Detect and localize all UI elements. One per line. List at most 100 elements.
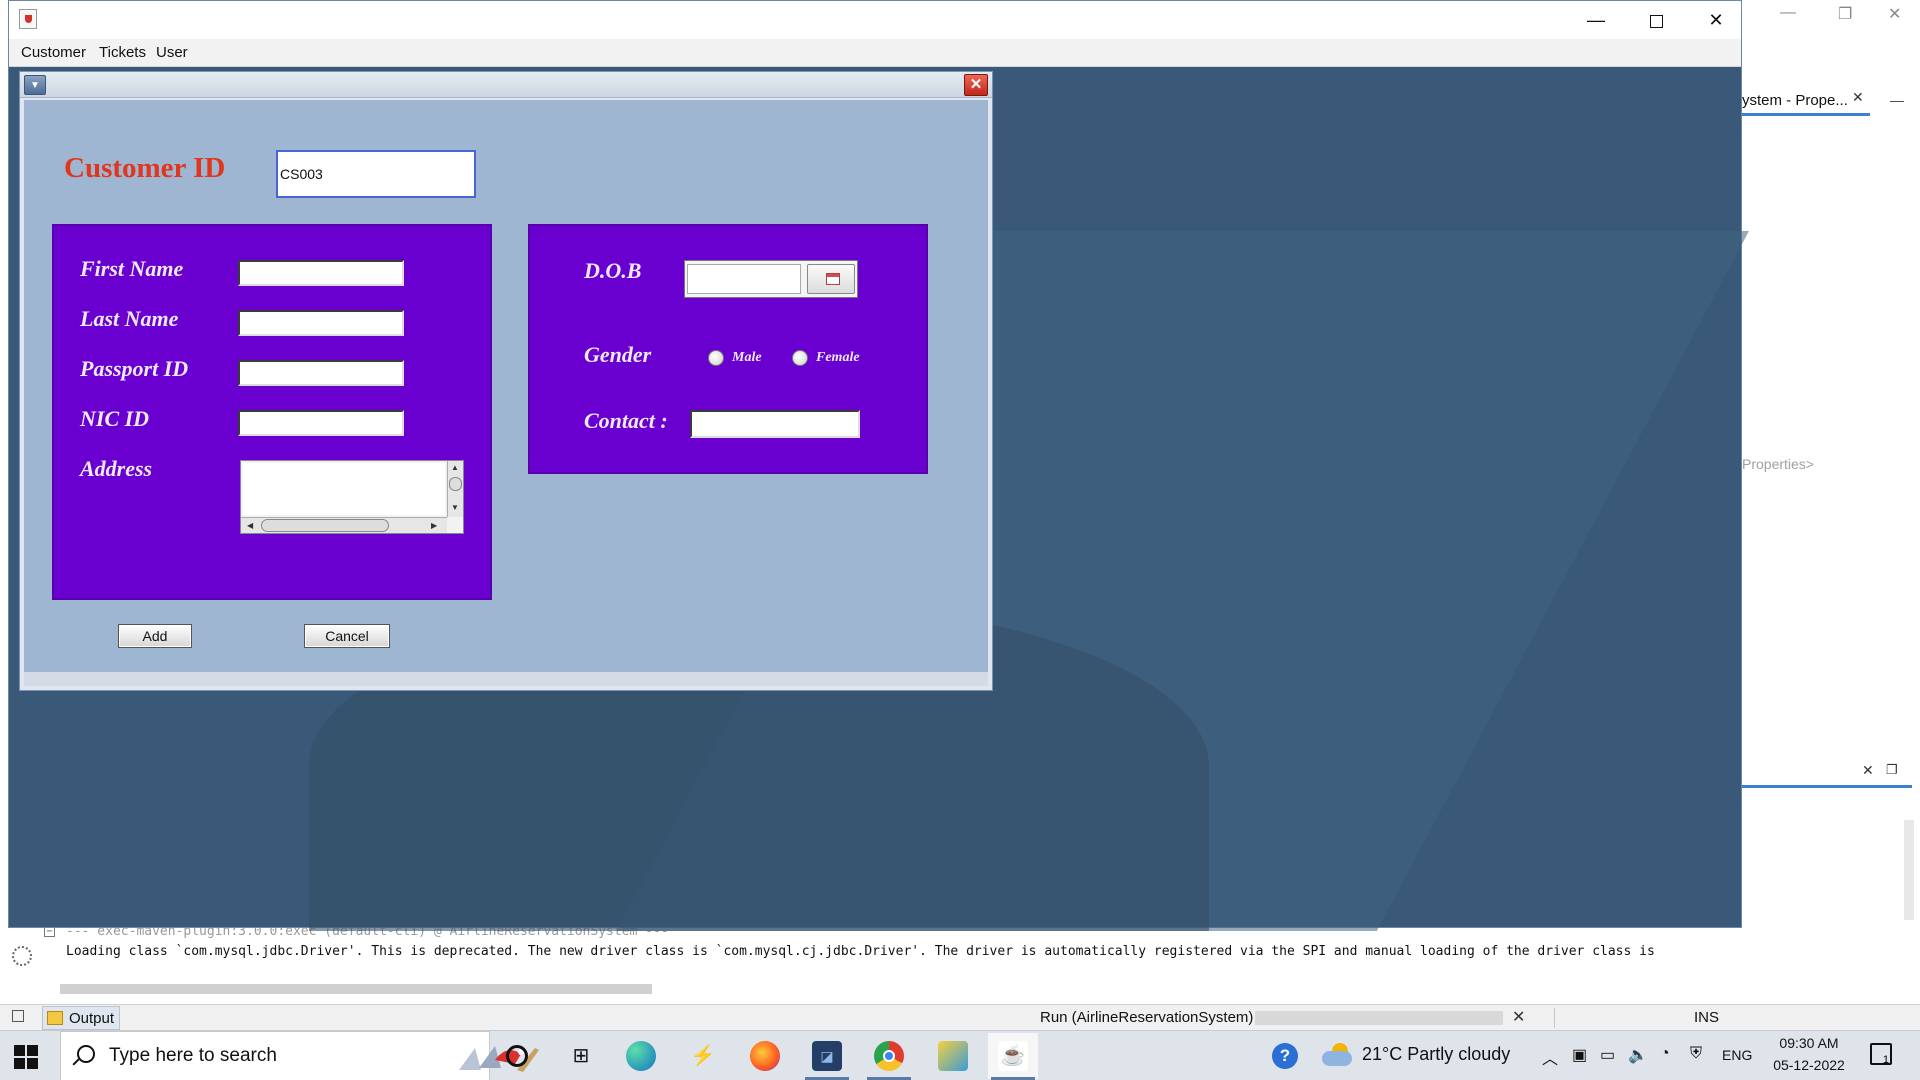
- scroll-left-icon[interactable]: ◀: [247, 521, 253, 530]
- clock-date[interactable]: 05-12-2022: [1768, 1057, 1850, 1073]
- output-gutter-icons: [10, 920, 40, 1010]
- dob-field[interactable]: [687, 264, 801, 294]
- ide-lower-restore-icon[interactable]: ❐: [1886, 762, 1898, 778]
- battery-icon[interactable]: ▭: [1600, 1045, 1615, 1065]
- last-name-field[interactable]: [238, 310, 404, 336]
- address-text-area[interactable]: [243, 463, 445, 515]
- nic-id-field[interactable]: [238, 410, 404, 436]
- menu-user[interactable]: User: [156, 44, 188, 61]
- extra-info-panel: D.O.B Gender Male Female Contact :: [528, 224, 928, 474]
- help-icon[interactable]: ?: [1272, 1043, 1298, 1069]
- menu-tickets[interactable]: Tickets: [99, 44, 146, 61]
- maximize-button[interactable]: [1629, 5, 1683, 35]
- scroll-down-icon[interactable]: ▼: [451, 503, 459, 512]
- nic-id-label: NIC ID: [80, 406, 150, 431]
- internal-frame-bottom: [24, 672, 988, 686]
- clock-time[interactable]: 09:30 AM: [1768, 1035, 1850, 1051]
- notification-icon[interactable]: 1: [1870, 1043, 1892, 1066]
- settings-icon[interactable]: [12, 946, 32, 966]
- netbeans-icon[interactable]: ◪: [812, 1041, 842, 1071]
- customer-internal-frame: ▼ ✕ Customer ID CS003 First Name Last Na…: [19, 71, 993, 691]
- wifi-icon[interactable]: ◔: [1660, 1045, 1670, 1063]
- search-icon: [77, 1045, 95, 1063]
- partly-cloudy-icon[interactable]: [1322, 1041, 1354, 1069]
- frame-menu-icon[interactable]: ▼: [24, 75, 46, 95]
- cortana-icon[interactable]: [506, 1045, 528, 1067]
- firefox-icon[interactable]: [750, 1041, 780, 1071]
- ide-properties-tab[interactable]: ystem - Prope...: [1738, 88, 1870, 116]
- ide-status-bar: Output Run (AirlineReservationSystem) ✕ …: [0, 1004, 1920, 1030]
- visual-studio-icon[interactable]: ⚡: [688, 1041, 718, 1071]
- gender-male-label: Male: [732, 350, 762, 365]
- search-placeholder: Type here to search: [109, 1045, 277, 1066]
- output-tab[interactable]: Output: [42, 1006, 120, 1030]
- first-name-label: First Name: [80, 256, 184, 281]
- scroll-right-icon[interactable]: ▶: [431, 521, 437, 530]
- ide-properties-close-icon[interactable]: ✕: [1852, 89, 1864, 106]
- insert-mode-indicator: INS: [1694, 1009, 1720, 1026]
- gender-label: Gender: [584, 342, 652, 367]
- personal-info-panel: First Name Last Name Passport ID NIC ID …: [52, 224, 492, 600]
- taskbar-search-box[interactable]: Type here to search: [60, 1031, 539, 1080]
- show-hidden-icons-icon[interactable]: ︿: [1542, 1045, 1558, 1069]
- add-button[interactable]: Add: [118, 624, 192, 648]
- contact-label: Contact :: [584, 408, 668, 433]
- output-tab-label: Output: [69, 1010, 115, 1027]
- calendar-button[interactable]: [807, 264, 855, 294]
- volume-icon[interactable]: 🔈: [1628, 1045, 1648, 1065]
- menu-customer[interactable]: Customer: [21, 44, 86, 61]
- gender-female-label: Female: [816, 350, 860, 365]
- chrome-icon[interactable]: [874, 1041, 904, 1071]
- first-name-field[interactable]: [238, 260, 404, 286]
- ide-properties-placeholder: Properties>: [1742, 456, 1814, 472]
- output-horizontal-scrollbar[interactable]: [60, 984, 652, 994]
- scroll-up-icon[interactable]: ▲: [451, 463, 459, 472]
- frame-close-icon[interactable]: ✕: [964, 74, 988, 96]
- cancel-run-icon[interactable]: ✕: [1512, 1007, 1525, 1027]
- gender-male-radio[interactable]: [708, 350, 724, 366]
- run-progress-bar: [1255, 1011, 1503, 1025]
- address-textarea[interactable]: ▲ ▼ ◀ ▶: [240, 460, 464, 534]
- address-horizontal-scrollbar[interactable]: ◀ ▶: [241, 517, 447, 533]
- passport-id-field[interactable]: [238, 360, 404, 386]
- security-icon[interactable]: ⛨: [1690, 1045, 1702, 1063]
- weather-text[interactable]: 21°C Partly cloudy: [1362, 1044, 1510, 1065]
- task-view-icon[interactable]: ⊞: [566, 1041, 596, 1071]
- customer-id-field[interactable]: CS003: [276, 150, 476, 198]
- output-line: Loading class `com.mysql.jdbc.Driver'. T…: [66, 944, 1655, 959]
- contact-field[interactable]: [690, 410, 860, 438]
- customer-form: Customer ID CS003 First Name Last Name P…: [24, 100, 988, 672]
- app-menubar: Customer Tickets User: [9, 39, 1741, 67]
- ide-minimize-icon[interactable]: —: [1780, 4, 1796, 22]
- ide-panel-minimize-icon[interactable]: —: [1890, 92, 1904, 108]
- internal-frame-titlebar: ▼ ✕: [20, 72, 992, 98]
- edge-icon[interactable]: [626, 1041, 656, 1071]
- cancel-button[interactable]: Cancel: [304, 624, 390, 648]
- restore-window-icon[interactable]: [12, 1010, 24, 1022]
- scroll-thumb[interactable]: [449, 477, 462, 491]
- java-app-icon[interactable]: ☕: [998, 1041, 1028, 1071]
- ide-restore-icon[interactable]: ❐: [1838, 4, 1852, 24]
- language-indicator[interactable]: ENG: [1722, 1047, 1752, 1063]
- dob-label: D.O.B: [584, 258, 642, 283]
- passport-id-label: Passport ID: [80, 356, 189, 381]
- gender-female-radio[interactable]: [792, 350, 808, 366]
- virtualbox-icon[interactable]: [938, 1041, 968, 1071]
- windows-start-icon[interactable]: [14, 1045, 38, 1069]
- ide-close-icon[interactable]: ✕: [1888, 4, 1901, 24]
- address-vertical-scrollbar[interactable]: ▲ ▼: [447, 461, 463, 517]
- minimize-button[interactable]: —: [1569, 5, 1623, 35]
- customer-id-label: Customer ID: [64, 152, 226, 184]
- calendar-icon: [826, 273, 840, 285]
- close-button[interactable]: ✕: [1689, 5, 1743, 35]
- dob-date-picker: [684, 260, 858, 298]
- meet-now-icon[interactable]: ▣: [1572, 1045, 1587, 1065]
- app-titlebar: — ✕: [9, 1, 1741, 39]
- search-highlight-art-icon: [459, 1046, 539, 1072]
- ide-output-panel: − --- exec-maven-plugin:3.0.0:exec (defa…: [0, 920, 1920, 1010]
- ide-lower-close-icon[interactable]: ✕: [1862, 762, 1874, 779]
- java-app-window: — ✕ Customer Tickets User ▼ ✕ Customer I…: [8, 0, 1749, 931]
- java-icon: [19, 9, 37, 29]
- scroll-thumb[interactable]: [261, 519, 389, 532]
- run-status-text: Run (AirlineReservationSystem): [1040, 1009, 1254, 1026]
